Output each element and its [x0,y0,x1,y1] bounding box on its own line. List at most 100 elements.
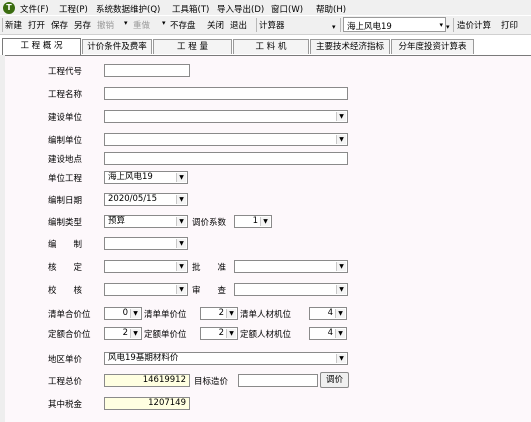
target-cost-label: 目标造价 [194,377,229,387]
chevron-down-icon: ▼ [335,329,345,338]
compile-date-value: 2020/05/15 [108,194,157,204]
menu-project[interactable]: 工程(P) [59,3,88,15]
tab-tech-econ-index[interactable]: 主要技术经济指标 [310,39,390,54]
quota-lmm-digits-label: 定额人材机位 [240,330,292,340]
chevron-down-icon: ▼ [336,354,346,363]
cost-calc-button[interactable]: 造价计算 [457,19,491,31]
chevron-down-icon: ▼ [335,309,345,318]
approve-select[interactable]: ▼ [234,260,348,273]
construction-unit-select[interactable]: ▼ [104,110,348,123]
compiler-select[interactable]: ▼ [104,237,188,250]
quota-total-digits-value: 2 [122,328,128,338]
no-save-button[interactable]: 不存盘 [170,19,196,31]
chevron-down-icon: ▼ [336,135,346,144]
adjust-price-button[interactable]: 调价 [320,372,349,388]
total-cost-label: 工程总价 [48,377,83,387]
approve-label: 批 准 [192,263,227,273]
menu-toolbox[interactable]: 工具箱(T) [172,3,209,15]
chevron-down-icon: ▼ [226,329,236,338]
chevron-down-icon: ▼ [130,329,140,338]
compile-unit-select[interactable]: ▼ [104,133,348,146]
project-code-input[interactable] [104,64,190,77]
undo-dropdown-icon[interactable]: ▾ [124,19,128,27]
project-name-label: 工程名称 [48,90,83,100]
verify-select[interactable]: ▼ [104,260,188,273]
compile-date-label: 编制日期 [48,196,83,206]
tab-project-overview[interactable]: 工 程 概 况 [2,38,81,55]
compile-type-select[interactable]: 预算 ▼ [104,215,188,228]
calculator-dropdown-icon[interactable]: ▾ [332,23,336,31]
close-button[interactable]: 关闭 [207,19,224,31]
chevron-down-icon: ▼ [176,217,186,226]
quota-total-digits-select[interactable]: 2 ▼ [104,327,142,340]
toolbar: 新建 打开 保存 另存 撤销 ▾ 重做 ▾ 不存盘 关闭 退出 计算器 ▾ 海上… [0,16,531,35]
tax-label: 其中税金 [48,400,83,410]
tab-pricing-conditions[interactable]: 计价条件及费率 [82,39,152,54]
menu-system-data[interactable]: 系统数据维护(Q) [96,3,160,15]
quota-lmm-digits-value: 4 [327,328,333,338]
print-button[interactable]: 打印 [501,19,518,31]
unit-project-value: 海上风电19 [108,172,153,182]
total-cost-field: 14619912 [104,374,190,387]
project-name-input[interactable] [104,87,348,100]
quota-unit-digits-label: 定额单价位 [144,330,187,340]
quota-lmm-digits-select[interactable]: 4 ▼ [309,327,347,340]
quota-unit-digits-select[interactable]: 2 ▼ [200,327,238,340]
region-price-select[interactable]: 风电19基期材料价 ▼ [104,352,348,365]
chevron-down-icon: ▼ [336,285,346,294]
save-button[interactable]: 保存 [51,19,68,31]
target-cost-input[interactable] [238,374,318,387]
redo-button[interactable]: 重做 [133,19,150,31]
new-button[interactable]: 新建 [5,19,22,31]
project-select[interactable]: 海上风电19 ▾ [343,17,446,32]
construction-site-input[interactable] [104,152,348,165]
tab-labor-materials[interactable]: 工 料 机 [233,39,309,54]
region-price-label: 地区单价 [48,355,83,365]
menu-window[interactable]: 窗口(W) [271,3,303,15]
chevron-down-icon: ▼ [176,262,186,271]
chevron-down-icon: ▼ [176,195,186,204]
menu-help[interactable]: 帮助(H) [316,3,346,15]
calculator-button[interactable]: 计算器 [259,19,285,31]
list-lmm-digits-select[interactable]: 4 ▼ [309,307,347,320]
compiler-label: 编 制 [48,240,83,250]
compile-unit-label: 编制单位 [48,136,83,146]
construction-unit-label: 建设单位 [48,113,83,123]
unit-project-select[interactable]: 海上风电19 ▼ [104,171,188,184]
project-select-dropdown-icon[interactable]: ▾ [446,23,450,31]
price-coeff-label: 调价系数 [192,218,227,228]
list-total-digits-select[interactable]: 0 ▼ [104,307,142,320]
open-button[interactable]: 打开 [28,19,45,31]
verify-label: 核 定 [48,263,83,273]
menu-file[interactable]: 文件(F) [20,3,49,15]
list-lmm-digits-label: 清单人材机位 [240,310,292,320]
exit-button[interactable]: 退出 [230,19,247,31]
toolbar-separator [256,18,257,32]
toolbar-grip [2,18,3,32]
tab-quantities[interactable]: 工 程 量 [153,39,232,54]
toolbar-separator [340,18,341,32]
list-total-digits-label: 清单合价位 [48,310,91,320]
compile-type-value: 预算 [108,216,126,226]
chevron-down-icon: ▼ [176,173,186,182]
toolbar-separator [453,18,454,32]
undo-button[interactable]: 撤销 [97,19,114,31]
tab-annual-investment[interactable]: 分年度投资计算表 [391,39,474,54]
chevron-down-icon: ▾ [439,21,443,29]
list-unit-digits-label: 清单单价位 [144,310,187,320]
construction-site-label: 建设地点 [48,155,83,165]
list-unit-digits-select[interactable]: 2 ▼ [200,307,238,320]
check-select[interactable]: ▼ [104,283,188,296]
tab-strip: 工 程 概 况 计价条件及费率 工 程 量 工 料 机 主要技术经济指标 分年度… [0,38,531,56]
price-coeff-select[interactable]: 1 ▼ [234,215,272,228]
check-label: 校 核 [48,286,83,296]
compile-date-picker[interactable]: 2020/05/15 ▼ [104,193,188,206]
menu-import-export[interactable]: 导入导出(D) [217,3,264,15]
list-unit-digits-value: 2 [218,308,224,318]
review-select[interactable]: ▼ [234,283,348,296]
redo-dropdown-icon[interactable]: ▾ [162,19,166,27]
save-as-button[interactable]: 另存 [74,19,91,31]
menu-bar: T 文件(F) 工程(P) 系统数据维护(Q) 工具箱(T) 导入导出(D) 窗… [0,0,531,15]
list-lmm-digits-value: 4 [327,308,333,318]
chevron-down-icon: ▼ [336,262,346,271]
